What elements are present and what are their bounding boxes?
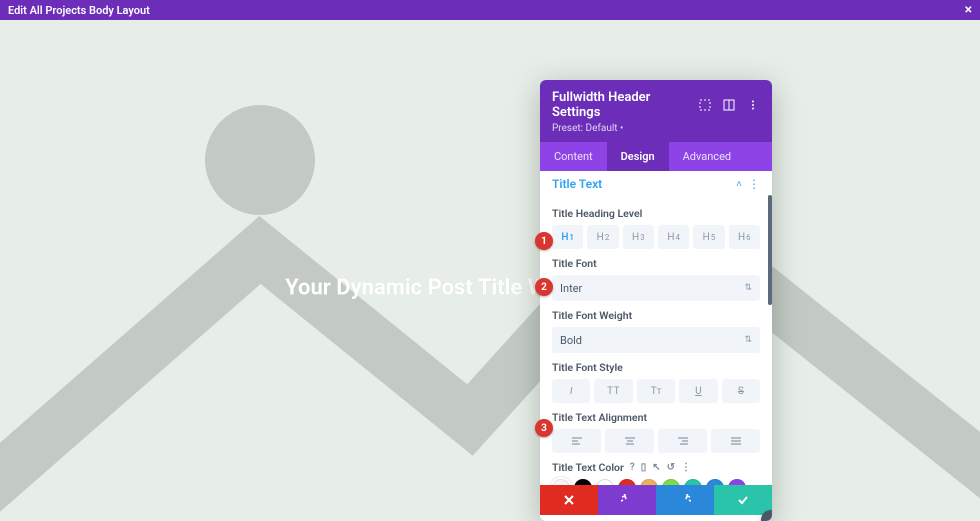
style-uppercase[interactable]: TT — [594, 379, 632, 403]
more-vert-icon[interactable]: ⋮ — [681, 462, 691, 473]
reset-icon[interactable]: ↺ — [667, 462, 675, 473]
mobile-icon[interactable]: ▯ — [641, 462, 647, 473]
canvas: Your Dynamic Post Title Will Display Her… — [0, 20, 980, 521]
scrollbar[interactable] — [768, 195, 772, 305]
text-align-group — [552, 429, 760, 453]
redo-button[interactable] — [656, 485, 714, 515]
align-justify[interactable] — [711, 429, 760, 453]
heading-h2[interactable]: H2 — [587, 225, 618, 249]
tab-content[interactable]: Content — [540, 142, 607, 171]
swatch-red[interactable] — [618, 479, 636, 485]
preset-label[interactable]: Preset: Default — [552, 123, 760, 134]
panel: Title Text ˄ ⋮ Title Heading Level H1 H2… — [540, 171, 772, 521]
heading-h1[interactable]: H1 — [552, 225, 583, 249]
columns-icon[interactable] — [722, 98, 736, 112]
swatch-current[interactable] — [552, 479, 570, 485]
modal-action-bar — [540, 485, 772, 515]
tab-advanced[interactable]: Advanced — [669, 142, 745, 171]
close-icon[interactable]: × — [965, 3, 972, 17]
section-title: Title Text — [552, 177, 736, 191]
title-font-weight-value: Bold — [560, 334, 582, 347]
settings-modal: Fullwidth Header Settings Preset: Defaul… — [540, 80, 772, 521]
swatch-black[interactable] — [574, 479, 592, 485]
chevron-up-icon[interactable]: ˄ — [736, 179, 742, 190]
title-font-value: Inter — [560, 282, 582, 295]
panel-body: Title Heading Level H1 H2 H3 H4 H5 H6 Ti… — [540, 195, 772, 485]
swatch-orange[interactable] — [640, 479, 658, 485]
style-smallcaps[interactable]: Tᴛ — [637, 379, 675, 403]
section-more-icon[interactable]: ⋮ — [748, 177, 760, 191]
chevron-updown-icon: ⇅ — [744, 283, 752, 293]
expand-icon[interactable] — [698, 98, 712, 112]
swatch-white[interactable] — [596, 479, 614, 485]
label-text-color: Title Text Color ? ▯ ↖ ↺ ⋮ — [552, 461, 760, 474]
align-right[interactable] — [658, 429, 707, 453]
top-bar-title: Edit All Projects Body Layout — [8, 4, 150, 17]
heading-h5[interactable]: H5 — [693, 225, 724, 249]
align-left[interactable] — [552, 429, 601, 453]
label-title-font-weight: Title Font Weight — [552, 309, 760, 322]
tab-design[interactable]: Design — [607, 142, 669, 171]
section-header[interactable]: Title Text ˄ ⋮ — [540, 171, 772, 195]
undo-button[interactable] — [598, 485, 656, 515]
swatch-blue[interactable] — [706, 479, 724, 485]
tab-bar: Content Design Advanced — [540, 142, 772, 171]
style-italic[interactable]: I — [552, 379, 590, 403]
annotation-3: 3 — [535, 419, 553, 437]
label-text-align: Title Text Alignment — [552, 411, 760, 424]
title-font-weight-select[interactable]: Bold ⇅ — [552, 327, 760, 353]
modal-title: Fullwidth Header Settings — [552, 90, 688, 120]
style-underline[interactable]: U — [679, 379, 717, 403]
swatch-purple[interactable] — [728, 479, 746, 485]
label-title-font-style: Title Font Style — [552, 361, 760, 374]
hover-icon[interactable]: ↖ — [652, 462, 660, 473]
chevron-updown-icon: ⇅ — [744, 335, 752, 345]
help-icon[interactable]: ? — [630, 462, 635, 473]
heading-h6[interactable]: H6 — [729, 225, 760, 249]
label-heading-level: Title Heading Level — [552, 207, 760, 220]
style-strikethrough[interactable]: S — [722, 379, 760, 403]
top-bar: Edit All Projects Body Layout × — [0, 0, 980, 20]
placeholder-image — [0, 20, 980, 521]
heading-h3[interactable]: H3 — [623, 225, 654, 249]
label-title-font: Title Font — [552, 257, 760, 270]
modal-header: Fullwidth Header Settings Preset: Defaul… — [540, 80, 772, 142]
heading-level-group: H1 H2 H3 H4 H5 H6 — [552, 225, 760, 249]
annotation-1: 1 — [535, 232, 553, 250]
annotation-2: 2 — [535, 278, 553, 296]
align-center[interactable] — [605, 429, 654, 453]
cancel-button[interactable] — [540, 485, 598, 515]
color-swatches — [552, 479, 760, 485]
more-icon[interactable] — [746, 98, 760, 112]
swatch-teal[interactable] — [684, 479, 702, 485]
heading-h4[interactable]: H4 — [658, 225, 689, 249]
title-font-select[interactable]: Inter ⇅ — [552, 275, 760, 301]
swatch-green[interactable] — [662, 479, 680, 485]
save-button[interactable] — [714, 485, 772, 515]
font-style-group: I TT Tᴛ U S — [552, 379, 760, 403]
